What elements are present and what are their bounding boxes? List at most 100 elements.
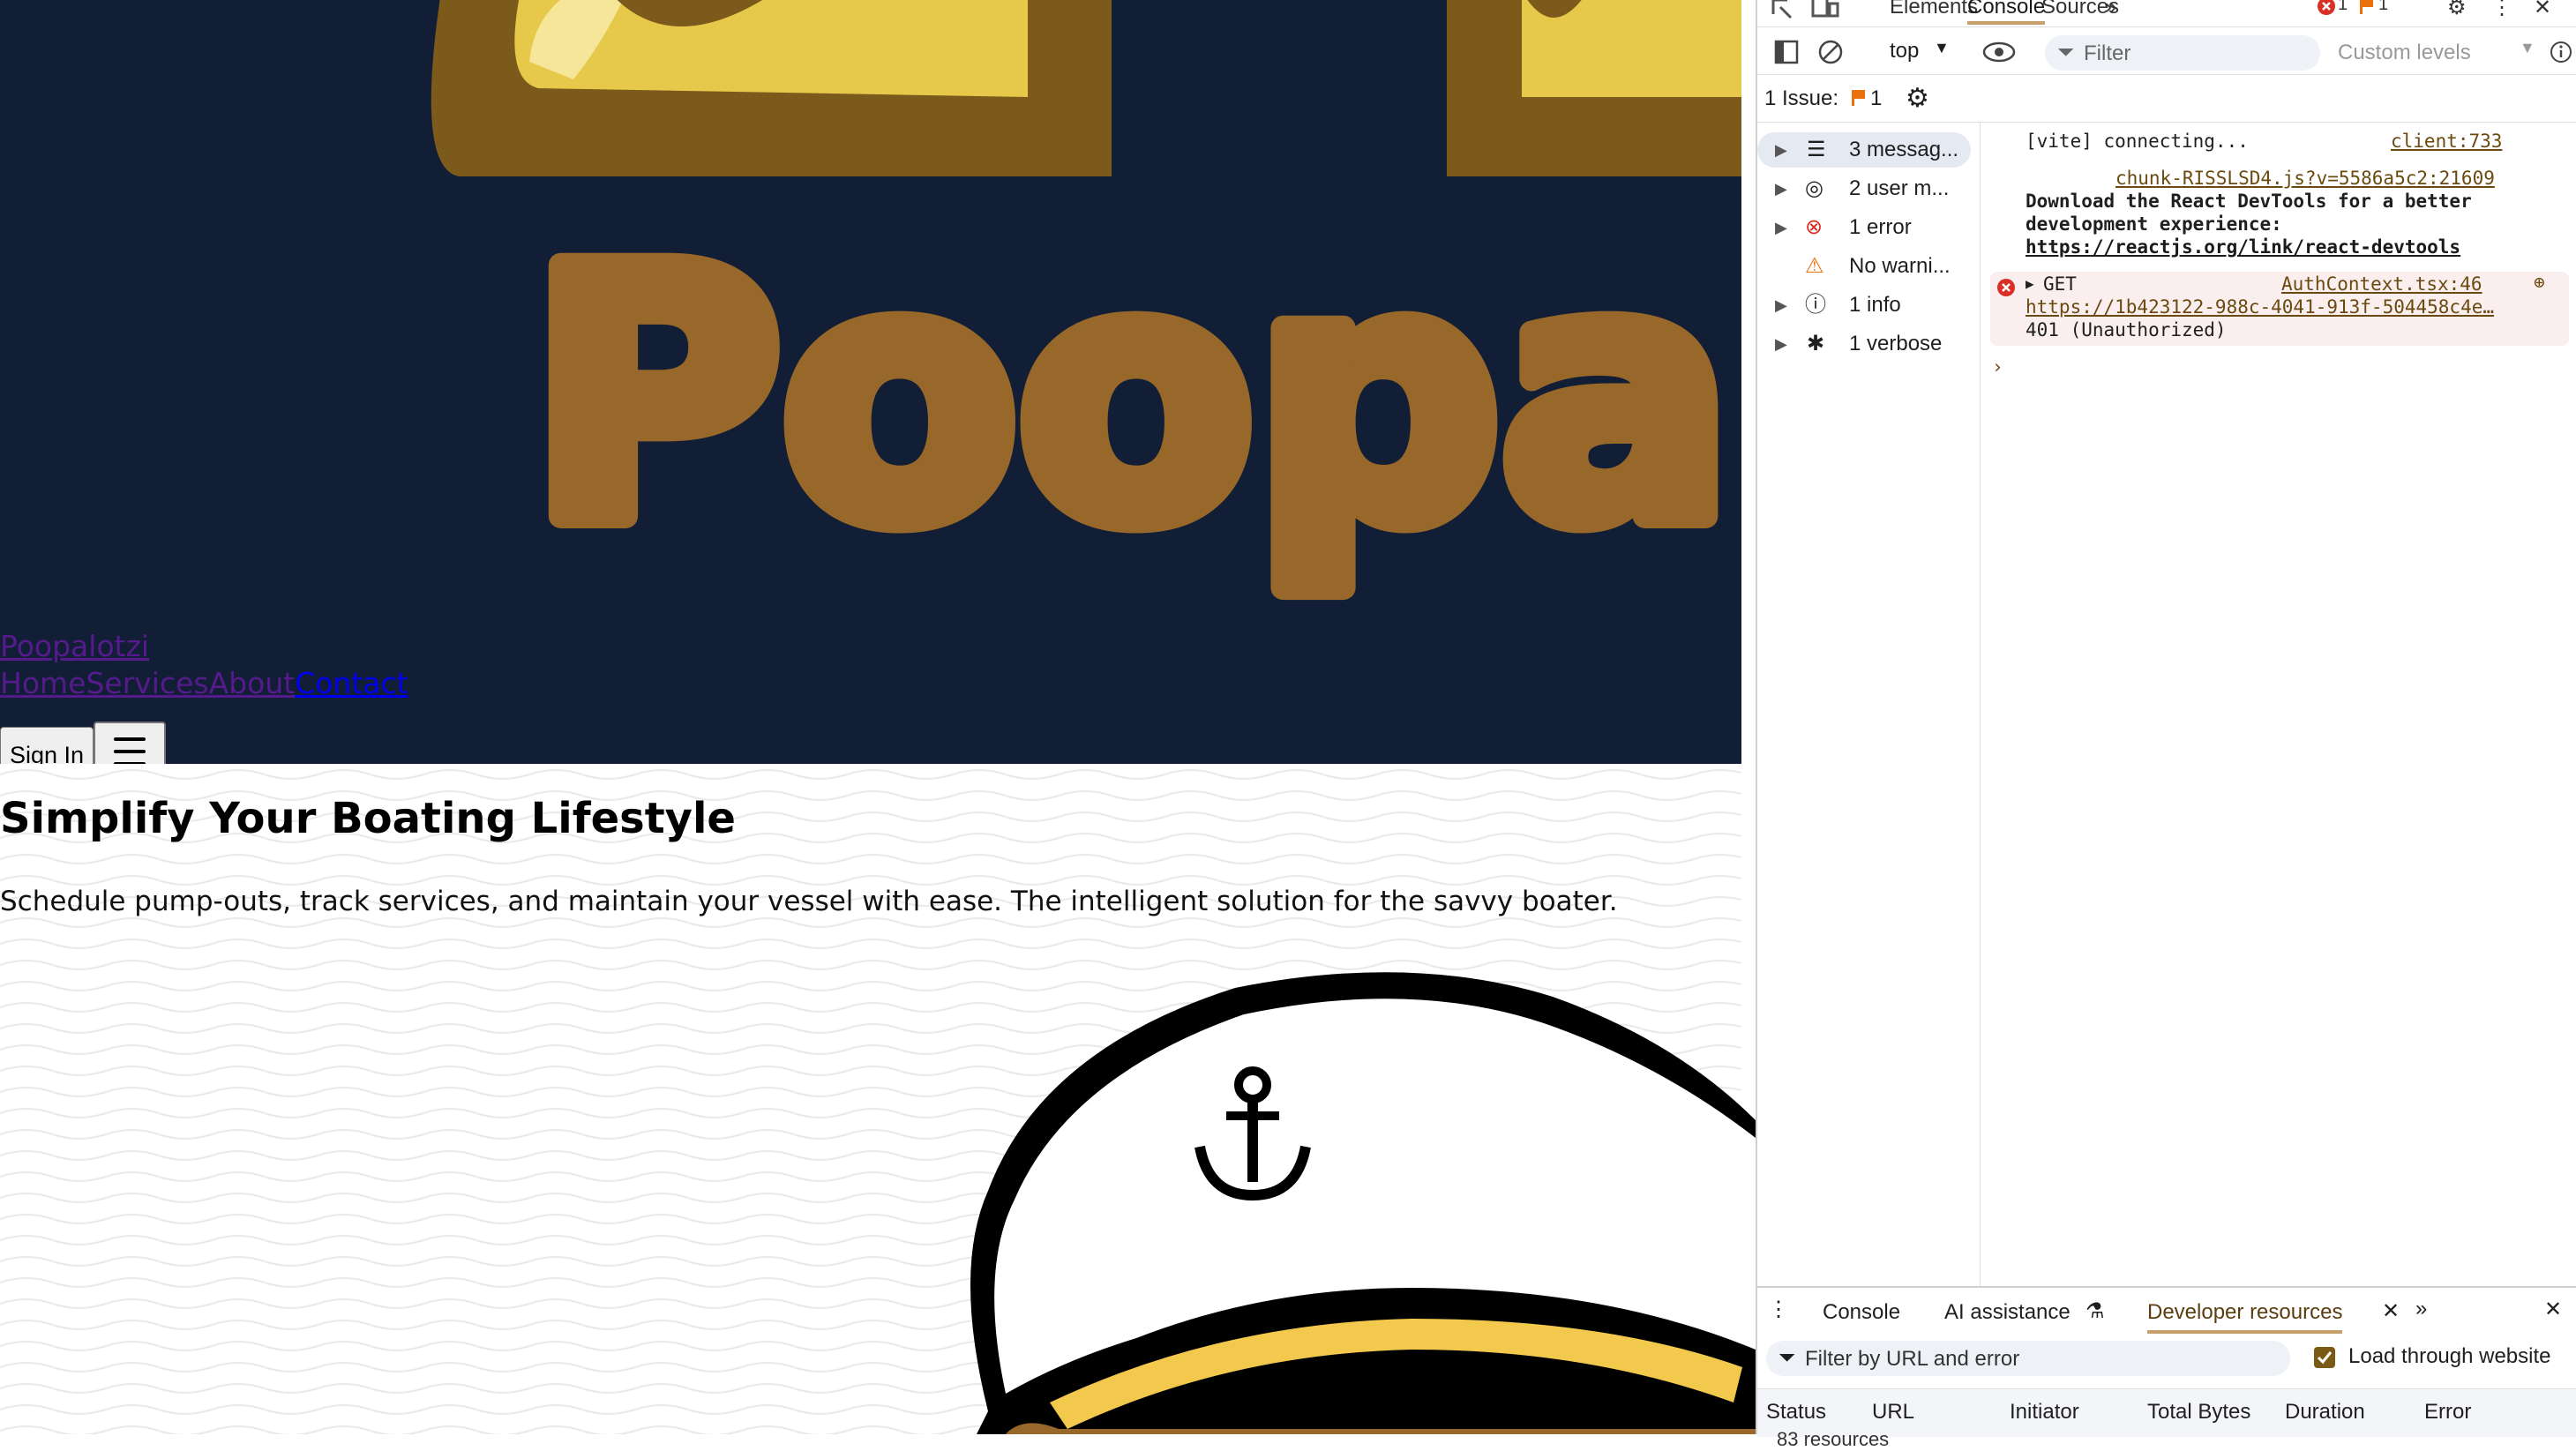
sidebar-item-label: 1 verbose — [1849, 332, 1943, 355]
sidebar-item-messages[interactable]: ▶ ☰ 3 messag... — [1757, 132, 1971, 168]
chevron-down-icon: ▼ — [2520, 39, 2535, 56]
log-levels-dropdown[interactable]: Custom levels — [2338, 35, 2471, 71]
sidebar-item-label: 1 info — [1849, 293, 1901, 317]
resources-table-header: Status URL Initiator Total Bytes Duratio… — [1757, 1388, 2576, 1450]
column-initiator[interactable]: Initiator — [2010, 1400, 2079, 1425]
error-count-icon — [2318, 0, 2335, 15]
captain-mascot-image — [970, 972, 1756, 1434]
sidebar-item-warnings[interactable]: ⚠ No warni... — [1757, 249, 1971, 284]
error-icon — [1997, 279, 2015, 296]
issues-label: 1 Issue: — [1764, 86, 1839, 110]
drawer-tab-developer-resources[interactable]: Developer resources — [2147, 1300, 2343, 1334]
console-filter-input[interactable]: ⏷ Filter — [2045, 35, 2320, 71]
issue-count[interactable]: 1 — [2378, 0, 2388, 15]
expand-triangle-icon: ▶ — [1775, 296, 1787, 314]
issues-settings-icon[interactable]: ⚙ — [1906, 76, 1929, 122]
bug-icon: ✱ — [1807, 332, 1825, 355]
more-options-icon[interactable]: ⋮ — [2491, 0, 2512, 20]
network-icon[interactable]: ⊕ — [2534, 272, 2545, 293]
log-source-link[interactable]: client:733 — [2391, 131, 2502, 152]
sidebar-item-info[interactable]: ▶ ⓘ 1 info — [1757, 288, 1971, 323]
log-message-react: development experience: — [2026, 213, 2282, 235]
sidebar-item-verbose[interactable]: ▶ ✱ 1 verbose — [1757, 326, 1971, 362]
response-status: 401 (Unauthorized) — [2026, 319, 2227, 340]
inspect-element-icon[interactable] — [1770, 0, 1796, 19]
log-source-link[interactable]: AuthContext.tsx:46 — [2281, 273, 2482, 295]
sidebar-item-user-messages[interactable]: ▶ ◎ 2 user m... — [1757, 171, 1971, 206]
header-actions: Sign In — [0, 706, 167, 764]
tab-console[interactable]: Console — [1967, 0, 2046, 25]
sidebar-toggle-icon[interactable] — [1773, 39, 1800, 65]
column-error[interactable]: Error — [2424, 1400, 2471, 1425]
list-icon: ☰ — [1807, 138, 1826, 161]
clear-console-icon[interactable] — [1817, 39, 1844, 65]
site-header-links: Poopalotzi HomeServicesAboutContact — [0, 628, 408, 702]
hero-banner: Poopalo Poopalotzi HomeServicesAboutCont… — [0, 0, 1741, 764]
devtools-panel: Elements Console Sources » 1 1 ⚙ ⋮ ✕ top… — [1756, 0, 2576, 1450]
column-duration[interactable]: Duration — [2285, 1400, 2365, 1425]
svg-text:Poopalo: Poopalo — [529, 197, 1741, 597]
column-url[interactable]: URL — [1872, 1400, 1914, 1425]
load-through-website-label: Load through website — [2348, 1344, 2551, 1368]
hamburger-menu-button[interactable] — [94, 722, 167, 764]
warning-icon: ⚠ — [1805, 254, 1824, 278]
chevron-down-icon: ▼ — [1934, 39, 1950, 56]
sidebar-item-label: No warni... — [1849, 254, 1951, 278]
settings-icon[interactable]: ⚙ — [2447, 0, 2467, 20]
menu-bar — [114, 750, 146, 753]
sidebar-item-errors[interactable]: ▶ ⊗ 1 error — [1757, 210, 1971, 245]
drawer-tab-ai-assistance[interactable]: AI assistance — [1944, 1300, 2071, 1325]
log-source-link[interactable]: chunk-RISSLSD4.js?v=5586a5c2:21609 — [2115, 168, 2495, 189]
live-expression-eye-icon[interactable] — [1981, 39, 2017, 65]
expand-triangle-icon: ▶ — [1775, 180, 1787, 198]
filter-placeholder: Filter by URL and error — [1805, 1347, 2020, 1371]
expand-triangle-icon: ▶ — [1775, 335, 1787, 353]
console-log: [vite] connecting... client:733 chunk-RI… — [1981, 122, 2576, 1286]
request-method: GET — [2043, 273, 2077, 295]
close-drawer-icon[interactable]: ✕ — [2544, 1297, 2562, 1322]
expand-triangle-icon[interactable]: ▶ — [2026, 275, 2034, 292]
load-through-website-checkbox[interactable] — [2313, 1346, 2336, 1369]
expand-triangle-icon: ▶ — [1775, 219, 1787, 236]
error-count[interactable]: 1 — [2338, 0, 2348, 15]
nav-contact[interactable]: Contact — [295, 666, 408, 700]
column-status[interactable]: Status — [1766, 1400, 1826, 1425]
log-message-vite: [vite] connecting... — [2026, 131, 2249, 152]
devtools-drawer: ⋮ Console AI assistance ⚗ Developer reso… — [1757, 1286, 2576, 1450]
react-devtools-link[interactable]: https://reactjs.org/link/react-devtools — [2026, 236, 2460, 258]
request-url-link[interactable]: https://1b423122-988c-4041-913f-504458c4… — [2026, 296, 2494, 318]
more-tabs-icon[interactable]: » — [2415, 1297, 2427, 1321]
sidebar-item-label: 2 user m... — [1849, 176, 1950, 200]
tab-elements[interactable]: Elements — [1890, 0, 1978, 19]
error-icon: ⊗ — [1805, 215, 1823, 239]
context-selector[interactable]: top — [1890, 39, 1919, 64]
column-total-bytes[interactable]: Total Bytes — [2147, 1400, 2250, 1425]
close-tab-icon[interactable]: ✕ — [2382, 1298, 2400, 1324]
nav-home[interactable]: Home — [0, 666, 86, 700]
close-devtools-icon[interactable]: ✕ — [2534, 0, 2551, 20]
filter-icon: ⏷ — [2057, 41, 2075, 64]
issues-count[interactable]: 1 — [1870, 76, 1882, 122]
issues-bar: 1 Issue: 1 ⚙ — [1757, 76, 2576, 123]
expand-triangle-icon: ▶ — [1775, 141, 1787, 159]
console-prompt-icon[interactable]: › — [1992, 356, 2003, 378]
issue-flag-icon[interactable] — [1849, 88, 1868, 108]
sign-in-button[interactable]: Sign In — [0, 727, 94, 764]
sidebar-item-label: 1 error — [1849, 215, 1912, 239]
drawer-menu-icon[interactable]: ⋮ — [1768, 1297, 1789, 1322]
issue-flag-icon — [2360, 0, 2373, 14]
menu-bar — [114, 737, 146, 741]
hero-subtext: Schedule pump-outs, track services, and … — [0, 886, 1618, 917]
drawer-tab-console[interactable]: Console — [1823, 1300, 1900, 1325]
devtools-tab-bar: Elements Console Sources » 1 1 ⚙ ⋮ ✕ — [1757, 0, 2576, 27]
nav-about[interactable]: About — [209, 666, 296, 700]
more-tabs-icon[interactable]: » — [2105, 0, 2116, 19]
device-toolbar-icon[interactable] — [1810, 0, 1840, 19]
brand-link[interactable]: Poopalotzi — [0, 629, 149, 663]
resource-filter-input[interactable]: ⏷ Filter by URL and error — [1766, 1341, 2290, 1376]
filter-icon: ⏷ — [1778, 1346, 1796, 1370]
info-icon[interactable] — [2550, 41, 2572, 64]
info-icon: ⓘ — [1805, 293, 1826, 317]
hero-headline: Simplify Your Boating Lifestyle — [0, 794, 736, 843]
nav-services[interactable]: Services — [86, 666, 208, 700]
